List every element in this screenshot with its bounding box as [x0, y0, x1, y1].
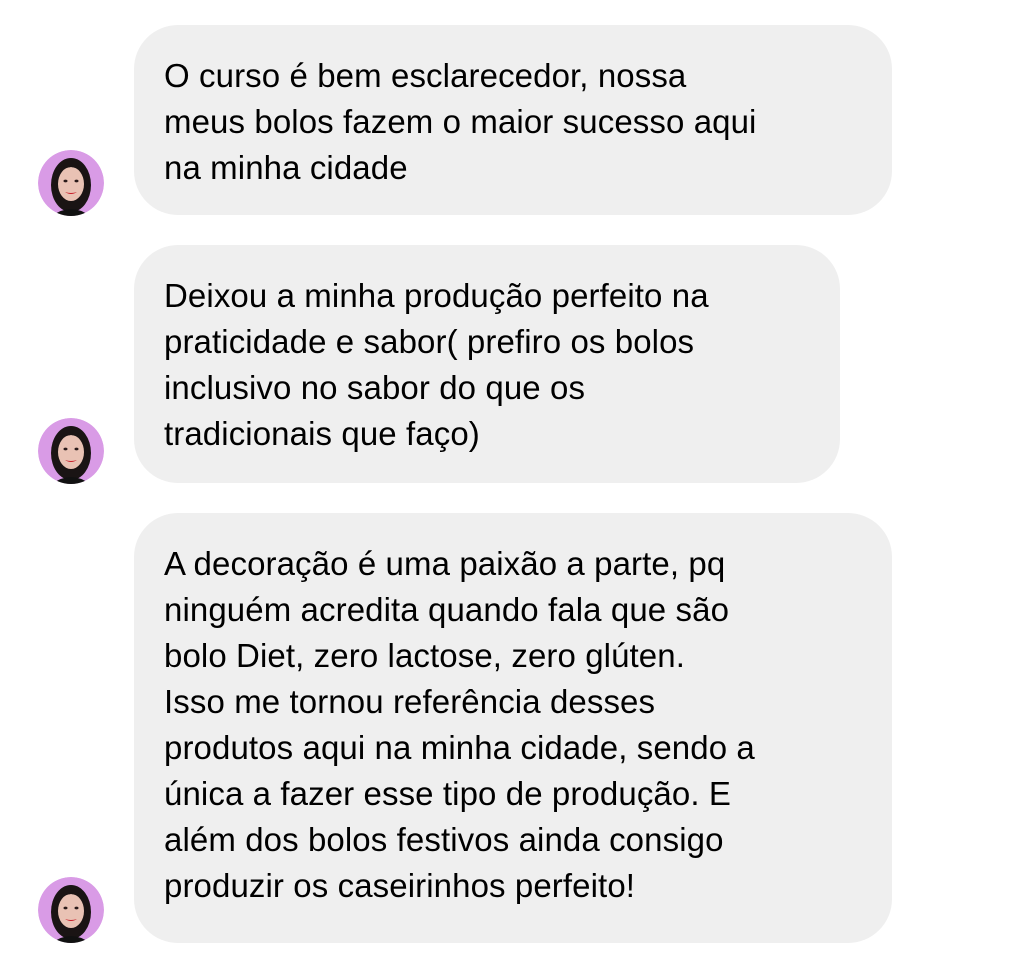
message-thread: O curso é bem esclarecedor, nossa meus b…	[0, 0, 1024, 963]
message-text: A decoração é uma paixão a parte, pq nin…	[164, 545, 755, 904]
profile-avatar-icon	[38, 150, 104, 216]
avatar[interactable]	[38, 150, 104, 216]
avatar[interactable]	[38, 877, 104, 943]
message-bubble[interactable]: A decoração é uma paixão a parte, pq nin…	[134, 513, 892, 943]
message-bubble[interactable]: Deixou a minha produção perfeito na prat…	[134, 245, 840, 483]
avatar[interactable]	[38, 418, 104, 484]
message-text: O curso é bem esclarecedor, nossa meus b…	[164, 57, 757, 186]
profile-avatar-icon	[38, 418, 104, 484]
message-text: Deixou a minha produção perfeito na prat…	[164, 277, 709, 452]
message-bubble[interactable]: O curso é bem esclarecedor, nossa meus b…	[134, 25, 892, 215]
profile-avatar-icon	[38, 877, 104, 943]
